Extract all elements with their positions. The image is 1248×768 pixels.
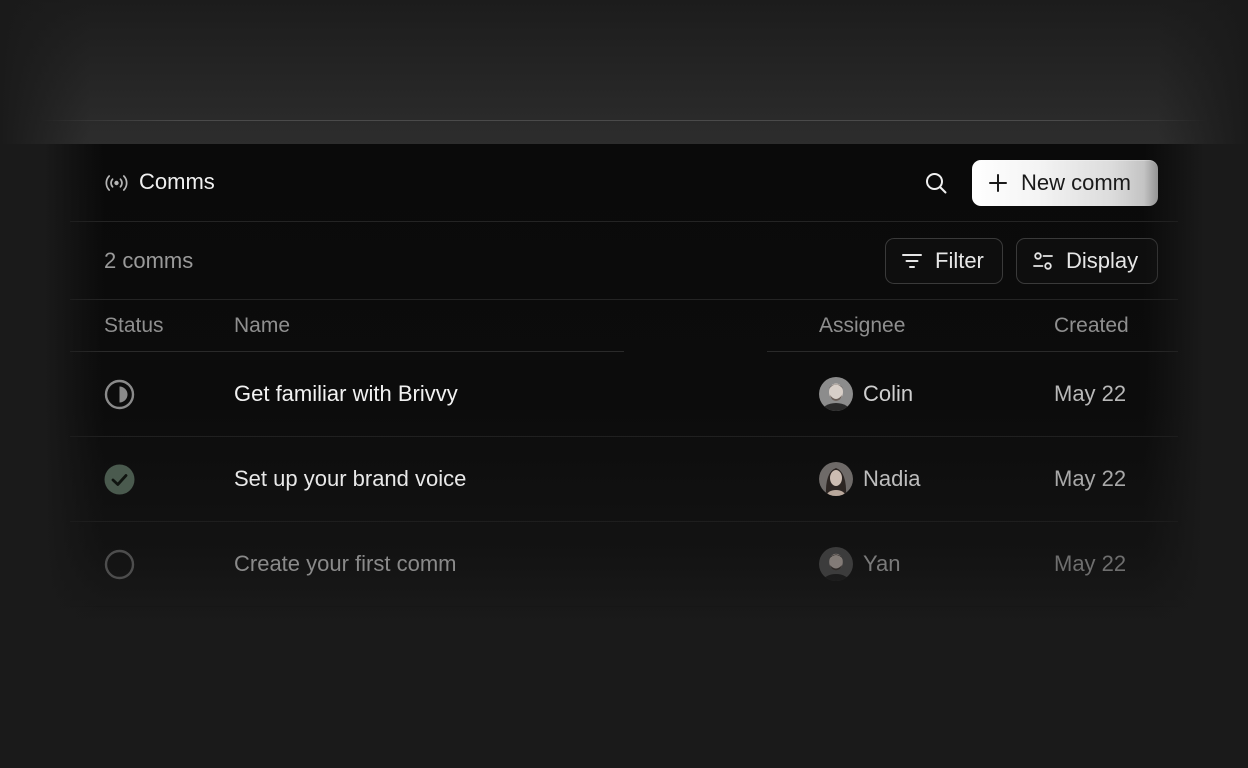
new-comm-button[interactable]: New comm [972,160,1158,206]
avatar [819,462,853,496]
assignee-name: Colin [863,381,914,406]
top-divider [40,120,1208,121]
new-comm-label: New comm [1021,170,1132,195]
avatar [819,377,853,411]
status-done-icon[interactable] [104,464,135,495]
assignee-name: Yan [863,551,901,576]
sliders-icon [1031,249,1055,273]
status-todo-icon[interactable] [104,549,135,580]
created-date: May 22 [1054,466,1127,491]
display-button[interactable]: Display [1016,238,1158,284]
filter-button[interactable]: Filter [885,238,1003,284]
filter-label: Filter [935,248,984,273]
row-name: Set up your brand voice [234,466,467,491]
top-backdrop [0,0,1248,144]
status-in-progress-icon[interactable] [104,379,135,410]
display-label: Display [1066,248,1139,273]
column-header-created[interactable]: Created [1054,313,1129,339]
avatar [819,547,853,581]
app-stage: Comms New comm 2 comms Filter Display St… [0,0,1248,768]
row-name: Create your first comm [234,551,457,576]
column-header-assignee[interactable]: Assignee [819,313,905,339]
header-divider [70,221,1178,222]
row-divider [70,606,1178,607]
plus-icon [987,172,1009,194]
column-header-status[interactable]: Status [104,313,164,339]
toolbar-divider [70,299,1178,300]
row-name: Get familiar with Brivvy [234,381,458,406]
created-date: May 22 [1054,381,1127,406]
created-date: May 22 [1054,551,1127,576]
assignee-name: Nadia [863,466,921,491]
comm-count: 2 comms [104,248,194,273]
broadcast-icon [104,171,129,195]
column-header-name[interactable]: Name [234,313,290,339]
page-title: Comms [139,169,215,194]
filter-icon [900,249,924,273]
search-icon [924,171,948,195]
search-button[interactable] [920,167,952,199]
